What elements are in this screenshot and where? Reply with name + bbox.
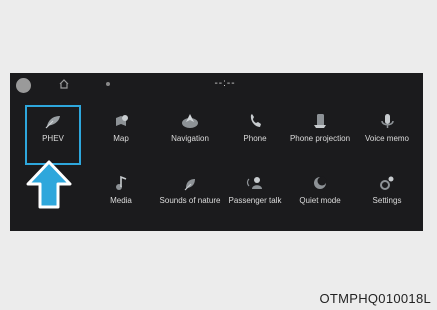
app-label: Quiet mode	[299, 196, 341, 205]
app-tile-phone[interactable]: Phone	[219, 105, 291, 165]
profile-avatar[interactable]	[16, 78, 31, 93]
sounds-of-nature-icon	[184, 179, 195, 191]
status-clock: --:--	[214, 78, 236, 89]
app-tile-phev[interactable]: PHEV	[25, 105, 81, 165]
media-icon	[116, 175, 127, 190]
phone-icon	[250, 114, 261, 127]
phev-icon	[45, 116, 60, 129]
app-label: Media	[110, 196, 132, 205]
map-icon	[116, 115, 128, 126]
app-tile-settings[interactable]: Settings	[351, 167, 423, 227]
app-tile-passenger-talk[interactable]: Passenger talk	[219, 167, 291, 227]
status-bar: --:--	[10, 73, 423, 97]
app-label: Map	[113, 134, 129, 143]
app-tile-quiet-mode[interactable]: Quiet mode	[284, 167, 356, 227]
app-tile-sounds-of-nature[interactable]: Sounds of nature	[154, 167, 226, 227]
pointer-arrow-icon	[26, 160, 72, 209]
figure-code: OTMPHQ010018L	[319, 291, 431, 306]
app-label: Passenger talk	[228, 196, 282, 205]
app-tile-voice-memo[interactable]: Voice memo	[351, 105, 423, 165]
phone-projection-icon	[314, 114, 326, 128]
quiet-mode-icon	[314, 176, 327, 189]
settings-icon	[380, 176, 394, 190]
notification-dot	[106, 82, 110, 86]
voice-memo-icon	[381, 114, 394, 128]
app-label: PHEV	[42, 134, 64, 143]
app-tile-phone-projection[interactable]: Phone projection	[284, 105, 356, 165]
app-label: Voice memo	[364, 134, 410, 143]
app-tile-map[interactable]: Map	[85, 105, 157, 165]
app-label: Navigation	[171, 134, 209, 143]
home-icon[interactable]	[57, 77, 71, 91]
app-label: Sounds of nature	[159, 196, 221, 205]
app-tile-navigation[interactable]: Navigation	[154, 105, 226, 165]
app-label: Settings	[372, 196, 402, 205]
app-label: Phone	[243, 134, 267, 143]
navigation-icon	[182, 114, 198, 128]
passenger-talk-icon	[246, 177, 262, 189]
app-label: Phone projection	[289, 134, 351, 143]
app-tile-media[interactable]: Media	[85, 167, 157, 227]
